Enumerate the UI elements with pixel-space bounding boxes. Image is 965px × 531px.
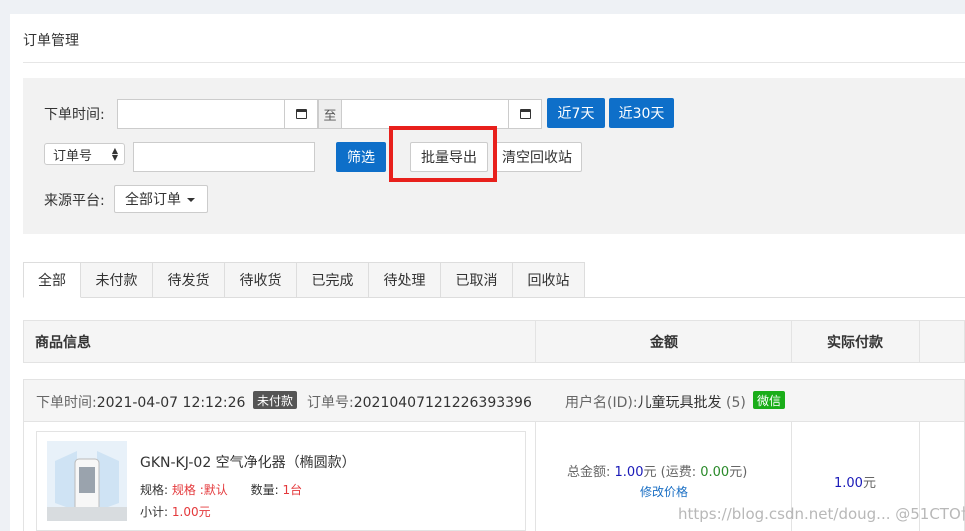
title-divider [23,62,965,63]
channel-badge: 微信 [753,391,786,409]
freight-value: 0.00 [700,465,730,480]
end-date-input[interactable] [341,99,509,129]
tab-to-ship[interactable]: 待发货 [153,262,225,298]
tab-to-receive[interactable]: 待收货 [225,262,297,298]
product-item: GKN-KJ-02 空气净化器（椭圆款） 规格: 规格 :默认 数量: 1台 小… [36,431,526,531]
source-platform-label: 来源平台: [44,193,105,209]
order-user: 用户名(ID):儿童玩具批发 (5) [565,392,746,412]
select-arrows-icon: ▲ ▼ [111,146,118,162]
source-platform-value: 全部订单 [125,192,181,208]
page-title: 订单管理 [23,33,79,49]
header-actual-paid: 实际付款 [827,334,883,351]
clear-recycle-bin-button[interactable]: 清空回收站 [493,142,582,172]
subtotal-key: 小计: [140,505,169,519]
order-time-label: 下单时间: [44,107,105,123]
tab-pending[interactable]: 待处理 [369,262,441,298]
calendar-icon [519,109,531,119]
order-time: 下单时间:2021-04-07 12:12:26 [36,392,245,412]
watermark-text: https://blog.csdn.net/doug... @51CTO博客 [678,505,965,523]
order-time-value: 2021-04-07 12:12:26 [96,395,246,411]
total-unit: 元 [643,465,657,480]
user-id: (5) [726,395,746,411]
order-number-input[interactable] [133,142,315,172]
paid-unit: 元 [862,476,876,491]
user-key: 用户名(ID): [565,395,638,411]
air-purifier-image [47,441,127,521]
freight-close: 元) [729,465,748,480]
calendar-icon [295,109,307,119]
caret-down-icon [187,198,195,202]
edit-price-link[interactable]: 修改价格 [640,483,688,500]
spec-value: 规格 :默认 [171,483,228,497]
status-badge: 未付款 [253,391,298,409]
header-product-info: 商品信息 [35,334,91,351]
actual-paid-amount: 1.00元 [834,472,876,491]
order-time-key: 下单时间: [36,395,97,411]
header-amount: 金额 [650,334,678,351]
subtotal-value: 1.00元 [171,505,211,519]
tab-unpaid[interactable]: 未付款 [81,262,153,298]
tab-recycle-bin[interactable]: 回收站 [513,262,585,298]
start-date-input[interactable] [117,99,285,129]
quantity-value: 1台 [282,483,303,497]
order-status-tabs: 全部 未付款 待发货 待收货 已完成 待处理 已取消 回收站 [23,262,585,298]
order-number: 订单号:20210407121226393396 [307,392,532,412]
filter-button[interactable]: 筛选 [336,142,386,172]
product-spec-line: 规格: 规格 :默认 数量: 1台 [140,481,302,498]
total-key: 总金额: [567,465,611,480]
order-number-key: 订单号: [307,395,354,411]
end-date-calendar-button[interactable] [508,99,542,129]
spec-key: 规格: [140,483,169,497]
tab-all[interactable]: 全部 [23,262,81,298]
search-field-select[interactable]: 订单号 ▲ ▼ [44,143,125,165]
total-value: 1.00 [614,465,644,480]
product-subtotal-line: 小计: 1.00元 [140,503,211,520]
quantity-key: 数量: [250,483,279,497]
last-30-days-button[interactable]: 近30天 [609,98,674,128]
tab-cancelled[interactable]: 已取消 [441,262,513,298]
order-total-amount: 总金额: 1.00元 (运费: 0.00元) [567,461,747,480]
freight-open: (运费: [660,465,697,480]
product-name[interactable]: GKN-KJ-02 空气净化器（椭圆款） [140,452,356,472]
tab-completed[interactable]: 已完成 [297,262,369,298]
order-header: 下单时间:2021-04-07 12:12:26 未付款 订单号:2021040… [24,380,964,422]
header-divider [919,321,920,362]
table-header: 商品信息 金额 实际付款 [23,320,965,363]
source-platform-dropdown[interactable]: 全部订单 [114,185,208,213]
date-range-separator: 至 [318,99,342,129]
product-image[interactable] [47,441,127,521]
column-divider [535,422,536,531]
order-number-value: 20210407121226393396 [353,395,532,411]
last-7-days-button[interactable]: 近7天 [547,98,605,128]
user-name: 儿童玩具批发 [637,395,722,411]
export-highlight-box [389,126,497,182]
start-date-calendar-button[interactable] [284,99,318,129]
search-field-select-value: 订单号 [53,148,93,164]
paid-value: 1.00 [834,476,863,491]
